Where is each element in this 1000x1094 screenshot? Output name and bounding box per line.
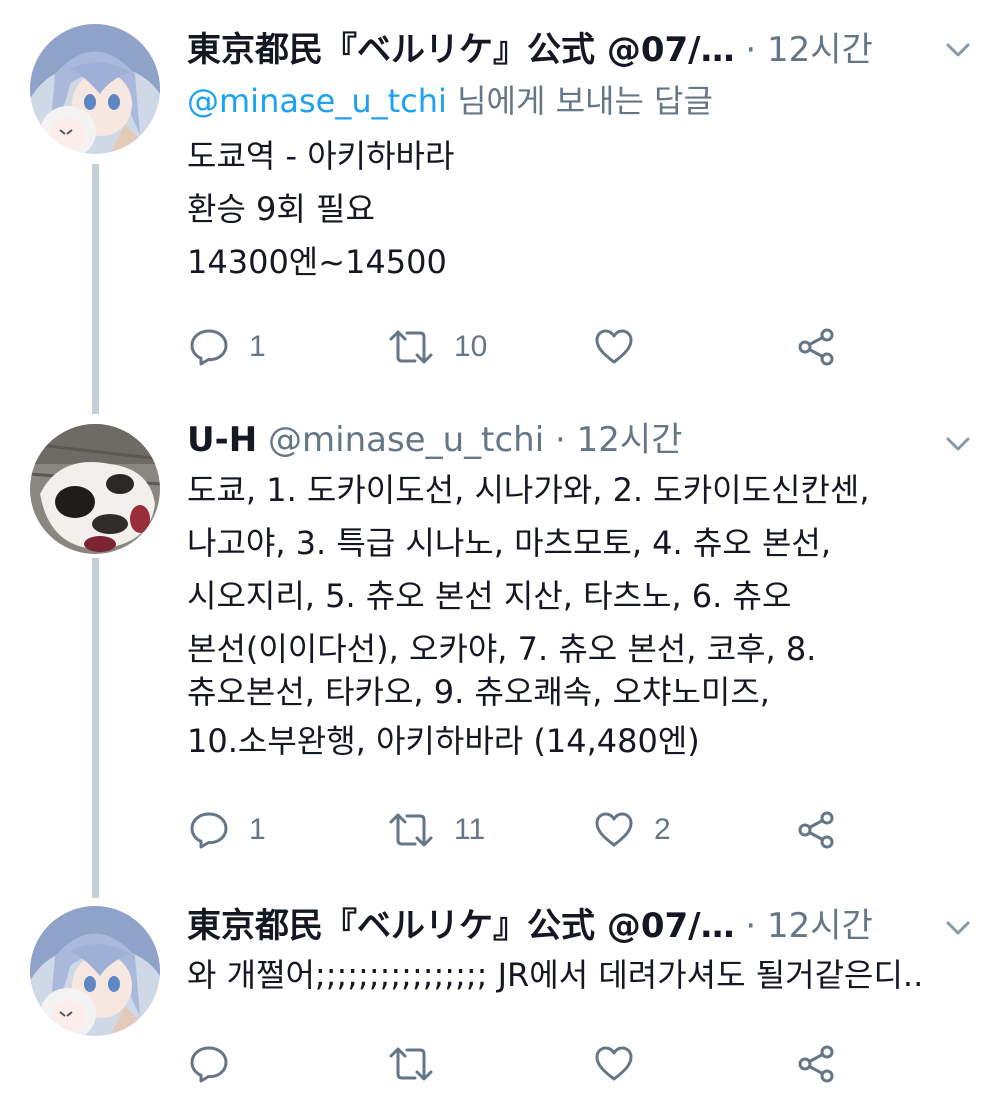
display-name[interactable]: 東京都民『ベルリケ』公式 @07/… <box>187 906 735 946</box>
share-button[interactable] <box>797 1042 837 1086</box>
reply-button[interactable] <box>189 1042 249 1086</box>
like-button[interactable] <box>594 1042 654 1086</box>
tweet-text-line: 와 개쩔어;;;;;;;;;;;;;;;; JR에서 데려가셔도 될거같은디.. <box>187 956 924 994</box>
retweet-icon <box>389 1047 433 1081</box>
avatar[interactable] <box>30 906 160 1036</box>
tweet-3[interactable]: 東京都民『ベルリケ』公式 @07/… · 12시간 와 개쩔어;;;;;;;;;… <box>0 0 1000 1094</box>
heart-icon <box>595 1046 633 1081</box>
share-icon <box>798 1045 834 1083</box>
anime-girl-avatar-icon <box>30 906 160 1036</box>
timestamp[interactable]: 12시간 <box>767 906 873 946</box>
chevron-down-icon[interactable] <box>944 914 972 942</box>
reply-bubble-icon <box>190 1046 228 1083</box>
tweet-header: 東京都民『ベルリケ』公式 @07/… · 12시간 <box>187 902 920 950</box>
separator-dot: · <box>745 906 757 946</box>
retweet-button[interactable] <box>388 1042 454 1086</box>
